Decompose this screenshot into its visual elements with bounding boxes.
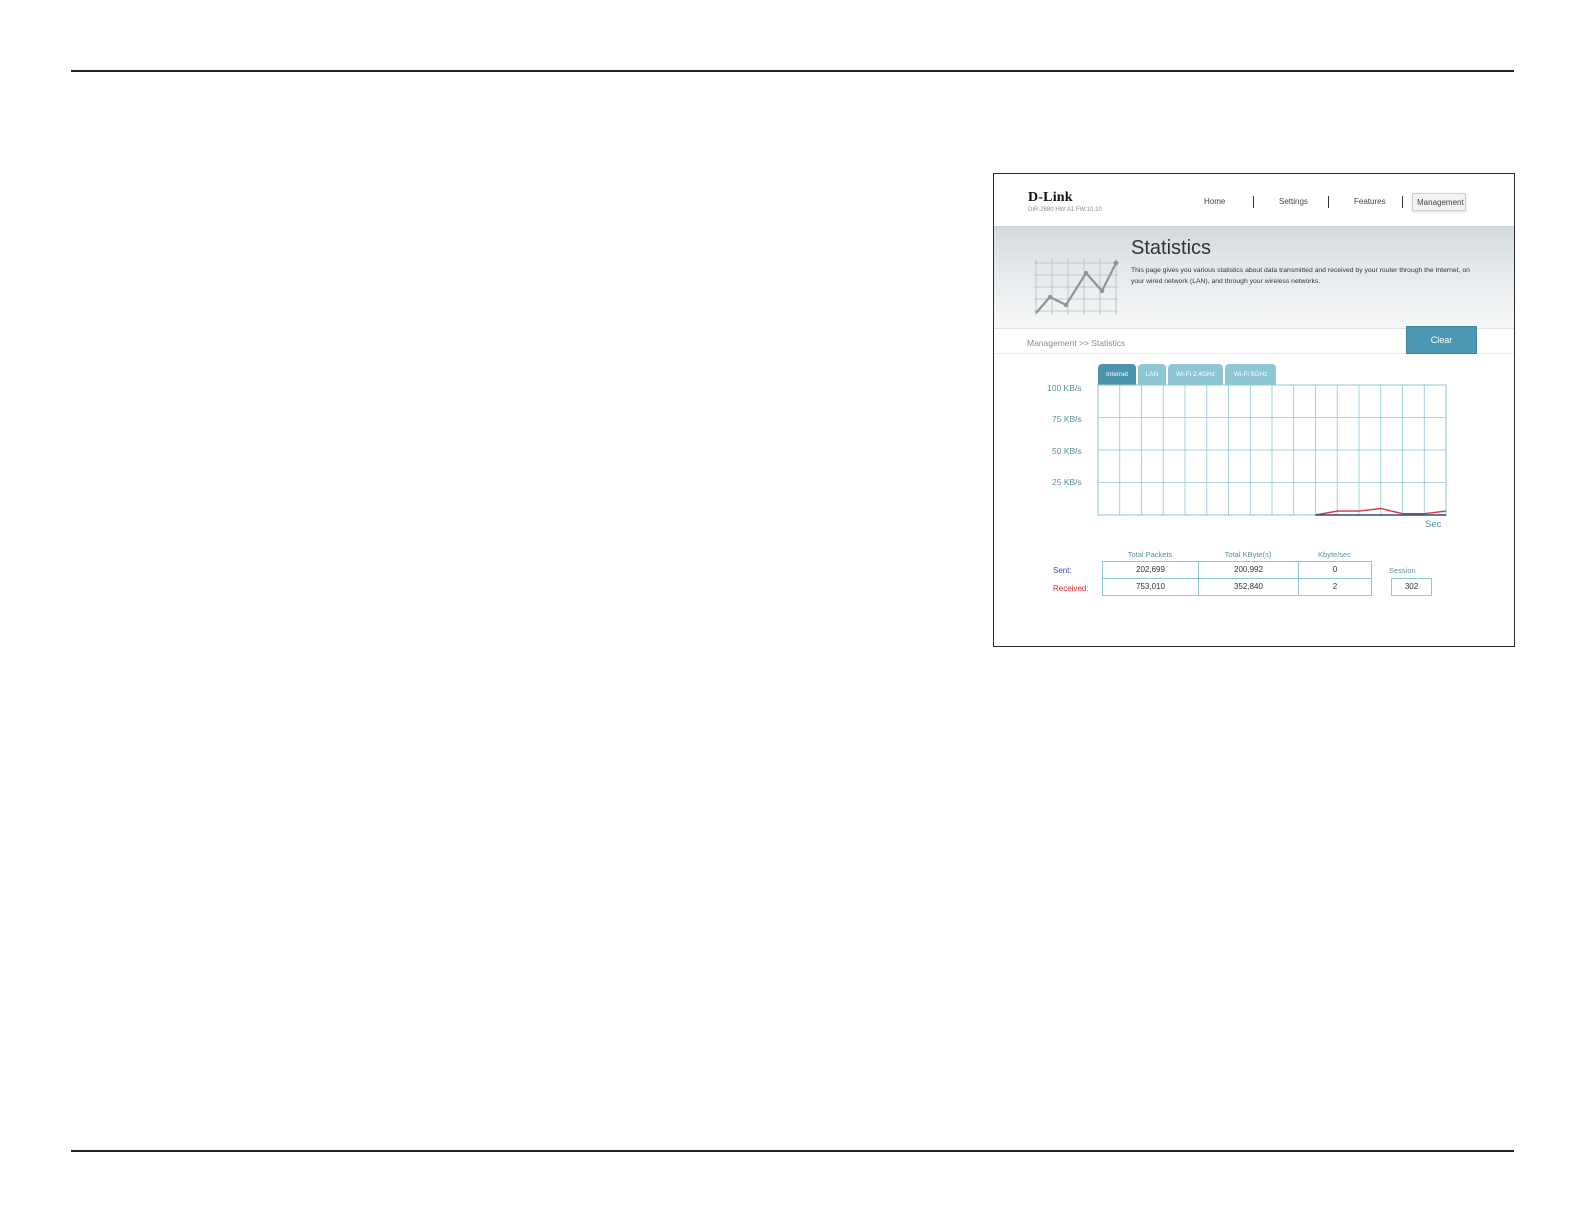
statistics-chart-icon bbox=[1034, 259, 1119, 315]
received-total-kbytes: 352,840 bbox=[1198, 578, 1299, 596]
column-header-total-kbytes: Total KByte(s) bbox=[1224, 550, 1272, 559]
model-info: DIR-2680 HW:A1 FW:10.10 bbox=[1028, 207, 1102, 213]
nav-features[interactable]: Features bbox=[1354, 197, 1386, 206]
page-description: This page gives you various statistics a… bbox=[1131, 267, 1470, 285]
nav-home[interactable]: Home bbox=[1204, 197, 1225, 206]
received-total-packets: 753,010 bbox=[1102, 578, 1199, 596]
top-rule bbox=[71, 70, 1514, 72]
row-label-sent: Sent: bbox=[1053, 566, 1072, 575]
received-kbyte-sec: 2 bbox=[1298, 578, 1372, 596]
session-count: 302 bbox=[1391, 578, 1432, 596]
x-axis-label: Sec bbox=[1425, 519, 1442, 530]
nav-settings[interactable]: Settings bbox=[1279, 197, 1308, 206]
sent-total-kbytes: 200,992 bbox=[1198, 561, 1299, 579]
row-label-received: Received: bbox=[1053, 584, 1089, 593]
chart-grid bbox=[1097, 384, 1447, 516]
tab-wifi-24ghz[interactable]: Wi-Fi 2.4GHz bbox=[1168, 364, 1223, 385]
nav-management-label: Management bbox=[1417, 198, 1464, 207]
tab-wifi-5ghz[interactable]: Wi-Fi 5GHz bbox=[1225, 364, 1276, 385]
tab-lan[interactable]: LAN bbox=[1138, 364, 1166, 385]
sent-total-packets: 202,699 bbox=[1102, 561, 1199, 579]
y-tick-label: 50 KB/s bbox=[1052, 446, 1082, 456]
bottom-rule bbox=[71, 1150, 1514, 1152]
header: D-Link DIR-2680 HW:A1 FW:10.10 Home Sett… bbox=[994, 174, 1514, 226]
y-tick-label: 25 KB/s bbox=[1052, 477, 1082, 487]
tab-internet[interactable]: Internet bbox=[1098, 364, 1136, 385]
clear-button[interactable]: Clear bbox=[1406, 326, 1477, 354]
y-tick-label: 100 KB/s bbox=[1047, 383, 1082, 393]
column-header-kbyte-sec: Kbyte/sec bbox=[1318, 550, 1351, 559]
nav-separator bbox=[1402, 196, 1403, 208]
page-title: Statistics bbox=[1131, 237, 1212, 259]
router-statistics-screenshot: D-Link DIR-2680 HW:A1 FW:10.10 Home Sett… bbox=[993, 173, 1515, 647]
breadcrumb: Management >> Statistics bbox=[1027, 338, 1126, 348]
nav-separator bbox=[1253, 196, 1254, 208]
dlink-logo: D-Link bbox=[1028, 190, 1073, 205]
sent-kbyte-sec: 0 bbox=[1298, 561, 1372, 579]
nav-management[interactable]: Management bbox=[1412, 193, 1466, 211]
nav-separator bbox=[1328, 196, 1329, 208]
y-tick-label: 75 KB/s bbox=[1052, 414, 1082, 424]
traffic-chart bbox=[1097, 384, 1447, 516]
page-banner: Statistics This page gives you various s… bbox=[994, 226, 1514, 328]
column-header-total-packets: Total Packets bbox=[1127, 550, 1173, 559]
session-label: Session bbox=[1389, 566, 1416, 575]
